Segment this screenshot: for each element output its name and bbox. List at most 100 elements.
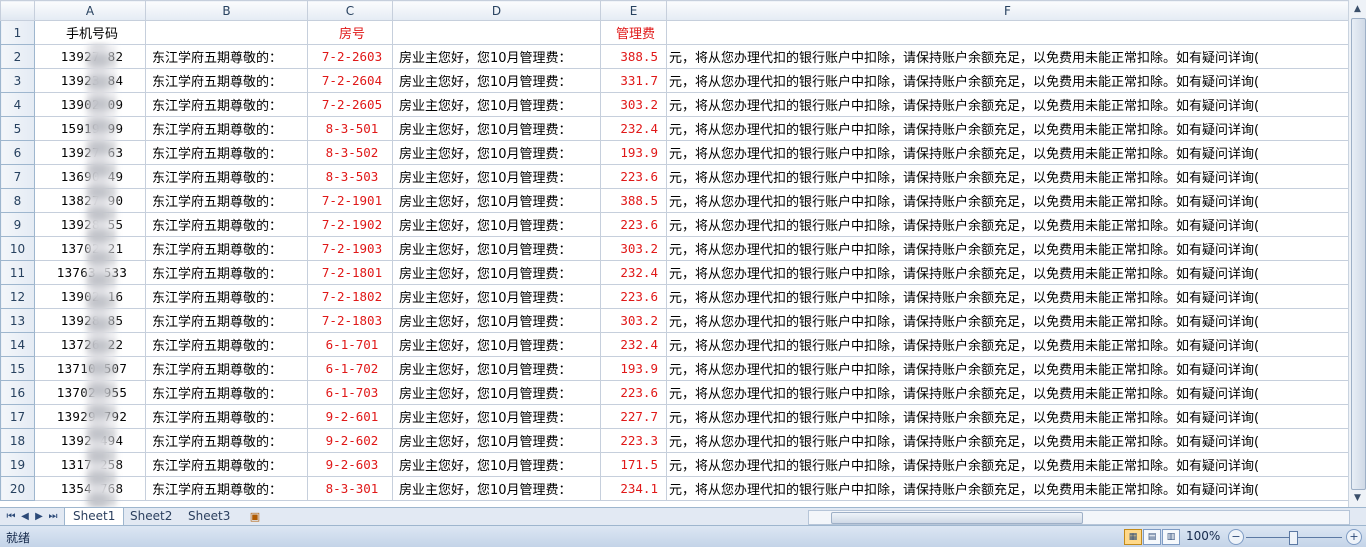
horizontal-scroll-thumb[interactable] <box>831 512 1083 524</box>
cell-message[interactable]: 房业主您好，您10月管理费： <box>392 164 601 189</box>
cell-greeting[interactable]: 东江学府五期尊敬的： <box>145 452 308 477</box>
cell-b-header[interactable] <box>145 20 308 45</box>
tab-sheet1[interactable]: Sheet1 <box>64 508 125 526</box>
cell-message[interactable]: 房业主您好，您10月管理费： <box>392 356 601 381</box>
cell-greeting[interactable]: 东江学府五期尊敬的： <box>145 332 308 357</box>
row-header[interactable]: 8 <box>0 188 35 213</box>
cell-fee[interactable]: 232.4 <box>600 332 667 357</box>
cell-fee[interactable]: 303.2 <box>600 308 667 333</box>
cell-greeting[interactable]: 东江学府五期尊敬的： <box>145 428 308 453</box>
cell-room[interactable]: 7-2-2603 <box>307 44 393 69</box>
cell-greeting[interactable]: 东江学府五期尊敬的： <box>145 212 308 237</box>
cell-room[interactable]: 9-2-602 <box>307 428 393 453</box>
cell-fee-header[interactable]: 管理费 <box>600 20 667 45</box>
cell-room[interactable]: 7-2-1801 <box>307 260 393 285</box>
cell-message[interactable]: 房业主您好，您10月管理费： <box>392 476 601 501</box>
cell-fee[interactable]: 303.2 <box>600 236 667 261</box>
cell-room[interactable]: 7-2-1901 <box>307 188 393 213</box>
cell-message[interactable]: 房业主您好，您10月管理费： <box>392 380 601 405</box>
cell-notice[interactable]: 元，将从您办理代扣的银行账户中扣除，请保持账户余额充足，以免费用未能正常扣除。如… <box>666 140 1348 165</box>
cell-fee[interactable]: 223.6 <box>600 380 667 405</box>
cell-notice[interactable]: 元，将从您办理代扣的银行账户中扣除，请保持账户余额充足，以免费用未能正常扣除。如… <box>666 68 1348 93</box>
cell-message[interactable]: 房业主您好，您10月管理费： <box>392 284 601 309</box>
cell-fee[interactable]: 232.4 <box>600 260 667 285</box>
cell-greeting[interactable]: 东江学府五期尊敬的： <box>145 44 308 69</box>
row-header[interactable]: 20 <box>0 476 35 501</box>
cell-notice[interactable]: 元，将从您办理代扣的银行账户中扣除，请保持账户余额充足，以免费用未能正常扣除。如… <box>666 452 1348 477</box>
page-layout-view-icon[interactable]: ▤ <box>1143 529 1161 545</box>
prev-sheet-icon[interactable]: ◀ <box>18 509 32 525</box>
scroll-down-icon[interactable]: ▼ <box>1351 491 1364 505</box>
cell-notice[interactable]: 元，将从您办理代扣的银行账户中扣除，请保持账户余额充足，以免费用未能正常扣除。如… <box>666 188 1348 213</box>
cell-room[interactable]: 7-2-1902 <box>307 212 393 237</box>
row-header[interactable]: 17 <box>0 404 35 429</box>
cell-notice[interactable]: 元，将从您办理代扣的银行账户中扣除，请保持账户余额充足，以免费用未能正常扣除。如… <box>666 236 1348 261</box>
row-header[interactable]: 5 <box>0 116 35 141</box>
vertical-scrollbar[interactable]: ▲ ▼ <box>1348 0 1366 507</box>
tab-sheet3[interactable]: Sheet3 <box>180 508 238 525</box>
row-header[interactable]: 4 <box>0 92 35 117</box>
page-break-view-icon[interactable]: ▥ <box>1162 529 1180 545</box>
cell-message[interactable]: 房业主您好，您10月管理费： <box>392 404 601 429</box>
row-header[interactable]: 6 <box>0 140 35 165</box>
cell-greeting[interactable]: 东江学府五期尊敬的： <box>145 116 308 141</box>
zoom-in-icon[interactable]: + <box>1346 529 1362 545</box>
cell-fee[interactable]: 193.9 <box>600 140 667 165</box>
cell-fee[interactable]: 223.3 <box>600 428 667 453</box>
row-header[interactable]: 10 <box>0 236 35 261</box>
spreadsheet-grid[interactable]: A B C D E F 1 手机号码 房号 管理费 213927 82东江学府五… <box>0 0 1348 507</box>
cell-room-header[interactable]: 房号 <box>307 20 393 45</box>
cell-notice[interactable]: 元，将从您办理代扣的银行账户中扣除，请保持账户余额充足，以免费用未能正常扣除。如… <box>666 284 1348 309</box>
cell-room[interactable]: 7-2-1802 <box>307 284 393 309</box>
cell-notice[interactable]: 元，将从您办理代扣的银行账户中扣除，请保持账户余额充足，以免费用未能正常扣除。如… <box>666 404 1348 429</box>
cell-d-header[interactable] <box>392 20 601 45</box>
cell-room[interactable]: 8-3-502 <box>307 140 393 165</box>
cell-fee[interactable]: 303.2 <box>600 92 667 117</box>
cell-phone-header[interactable]: 手机号码 <box>34 20 146 45</box>
row-header[interactable]: 12 <box>0 284 35 309</box>
cell-notice[interactable]: 元，将从您办理代扣的银行账户中扣除，请保持账户余额充足，以免费用未能正常扣除。如… <box>666 260 1348 285</box>
row-header[interactable]: 19 <box>0 452 35 477</box>
next-sheet-icon[interactable]: ▶ <box>32 509 46 525</box>
cell-greeting[interactable]: 东江学府五期尊敬的： <box>145 380 308 405</box>
cell-fee[interactable]: 232.4 <box>600 116 667 141</box>
first-sheet-icon[interactable]: ⏮ <box>4 509 18 525</box>
cell-fee[interactable]: 227.7 <box>600 404 667 429</box>
cell-message[interactable]: 房业主您好，您10月管理费： <box>392 212 601 237</box>
cell-notice[interactable]: 元，将从您办理代扣的银行账户中扣除，请保持账户余额充足，以免费用未能正常扣除。如… <box>666 164 1348 189</box>
cell-fee[interactable]: 388.5 <box>600 188 667 213</box>
column-header-b[interactable]: B <box>145 0 308 21</box>
cell-fee[interactable]: 171.5 <box>600 452 667 477</box>
column-header-d[interactable]: D <box>392 0 601 21</box>
row-header[interactable]: 13 <box>0 308 35 333</box>
cell-notice[interactable]: 元，将从您办理代扣的银行账户中扣除，请保持账户余额充足，以免费用未能正常扣除。如… <box>666 44 1348 69</box>
cell-room[interactable]: 6-1-701 <box>307 332 393 357</box>
cell-room[interactable]: 7-2-1803 <box>307 308 393 333</box>
cell-fee[interactable]: 193.9 <box>600 356 667 381</box>
cell-room[interactable]: 8-3-301 <box>307 476 393 501</box>
cell-message[interactable]: 房业主您好，您10月管理费： <box>392 236 601 261</box>
cell-message[interactable]: 房业主您好，您10月管理费： <box>392 68 601 93</box>
cell-f-header[interactable] <box>666 20 1348 45</box>
column-header-c[interactable]: C <box>307 0 393 21</box>
zoom-slider-thumb[interactable] <box>1289 531 1298 545</box>
cell-message[interactable]: 房业主您好，您10月管理费： <box>392 116 601 141</box>
cell-message[interactable]: 房业主您好，您10月管理费： <box>392 428 601 453</box>
cell-fee[interactable]: 234.1 <box>600 476 667 501</box>
column-header-a[interactable]: A <box>34 0 146 21</box>
cell-notice[interactable]: 元，将从您办理代扣的银行账户中扣除，请保持账户余额充足，以免费用未能正常扣除。如… <box>666 380 1348 405</box>
cell-message[interactable]: 房业主您好，您10月管理费： <box>392 140 601 165</box>
zoom-out-icon[interactable]: − <box>1228 529 1244 545</box>
row-header[interactable]: 11 <box>0 260 35 285</box>
cell-notice[interactable]: 元，将从您办理代扣的银行账户中扣除，请保持账户余额充足，以免费用未能正常扣除。如… <box>666 308 1348 333</box>
cell-notice[interactable]: 元，将从您办理代扣的银行账户中扣除，请保持账户余额充足，以免费用未能正常扣除。如… <box>666 116 1348 141</box>
cell-room[interactable]: 7-2-2605 <box>307 92 393 117</box>
cell-notice[interactable]: 元，将从您办理代扣的银行账户中扣除，请保持账户余额充足，以免费用未能正常扣除。如… <box>666 428 1348 453</box>
cell-greeting[interactable]: 东江学府五期尊敬的： <box>145 476 308 501</box>
cell-greeting[interactable]: 东江学府五期尊敬的： <box>145 188 308 213</box>
row-header[interactable]: 2 <box>0 44 35 69</box>
row-header[interactable]: 15 <box>0 356 35 381</box>
cell-greeting[interactable]: 东江学府五期尊敬的： <box>145 404 308 429</box>
cell-greeting[interactable]: 东江学府五期尊敬的： <box>145 236 308 261</box>
cell-room[interactable]: 8-3-501 <box>307 116 393 141</box>
